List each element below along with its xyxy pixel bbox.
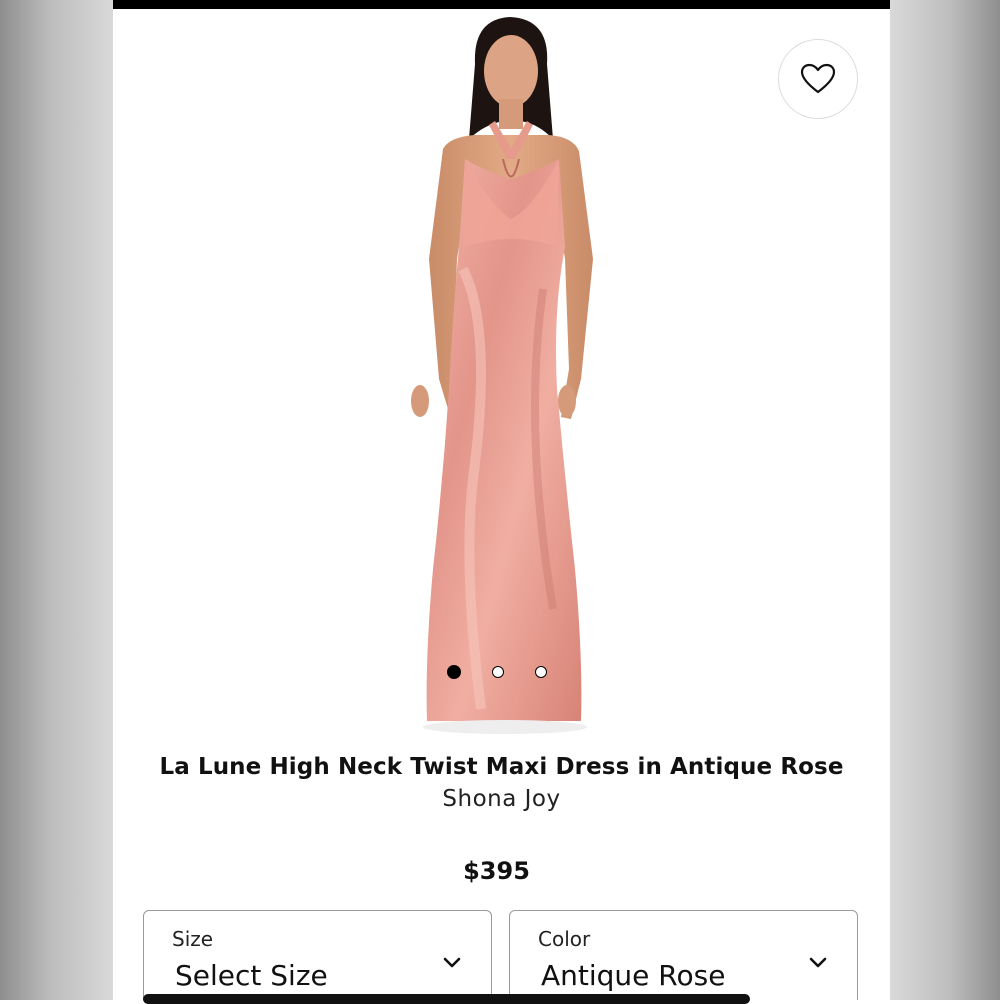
chevron-down-icon [809, 957, 827, 968]
pagination-dot-2[interactable] [492, 666, 504, 678]
heart-outline-icon [800, 63, 836, 94]
home-indicator [143, 994, 750, 1004]
product-info: La Lune High Neck Twist Maxi Dress in An… [113, 754, 890, 812]
left-background [0, 0, 113, 1000]
pagination-dot-3[interactable] [535, 666, 547, 678]
chevron-down-icon [443, 957, 461, 968]
color-select[interactable]: Color Antique Rose [509, 910, 858, 1000]
product-title: La Lune High Neck Twist Maxi Dress in An… [159, 754, 844, 780]
size-select-label: Size [172, 927, 214, 951]
product-image-gallery[interactable] [113, 9, 890, 744]
top-status-bar [113, 0, 890, 9]
product-brand[interactable]: Shona Joy [113, 786, 890, 812]
gallery-pagination [447, 665, 547, 679]
color-select-value: Antique Rose [541, 959, 726, 992]
pagination-dot-1[interactable] [447, 665, 461, 679]
product-price: $395 [463, 857, 530, 885]
favorite-button[interactable] [778, 39, 858, 119]
color-select-label: Color [538, 927, 591, 951]
product-image [411, 17, 593, 734]
product-page: La Lune High Neck Twist Maxi Dress in An… [113, 9, 890, 1000]
size-select-value: Select Size [175, 959, 328, 992]
size-select[interactable]: Size Select Size [143, 910, 492, 1000]
right-background [890, 0, 1000, 1000]
